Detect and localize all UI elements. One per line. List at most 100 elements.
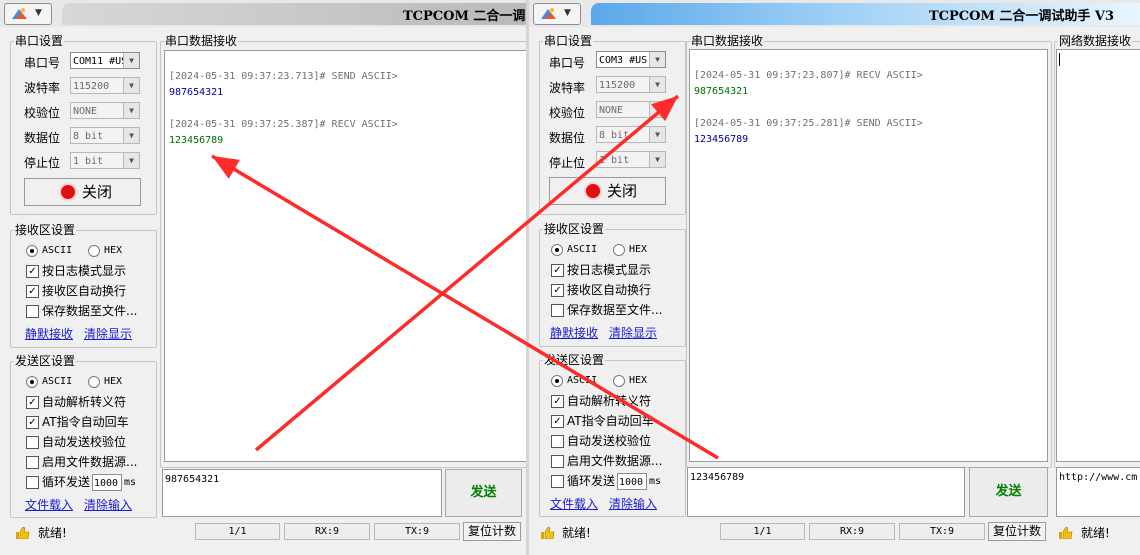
group-title: 接收区设置 — [543, 221, 606, 237]
page-counter: 1/1 — [720, 523, 805, 540]
chevron-down-icon: ▼ — [649, 52, 665, 67]
databits-select[interactable]: 8 bit ▼ — [596, 126, 666, 143]
parity-value: NONE — [73, 106, 98, 117]
thumbs-up-icon — [16, 527, 30, 539]
file-load-link[interactable]: 文件载入 — [25, 497, 73, 513]
silent-recv-link[interactable]: 静默接收 — [25, 326, 73, 342]
log-timestamp: [2024-05-31 09:37:25.387]# RECV ASCII> — [169, 119, 398, 130]
rx-counter: RX:9 — [284, 523, 370, 540]
parity-select[interactable]: NONE ▼ — [70, 102, 140, 119]
recv-ascii-radio[interactable] — [551, 244, 563, 256]
clear-display-link[interactable]: 清除显示 — [609, 325, 657, 341]
baud-label: 波特率 — [24, 81, 61, 95]
status-bar: 就绪! 1/1 RX:9 TX:9 复位计数 — [0, 519, 526, 545]
baud-select[interactable]: 115200 ▼ — [596, 76, 666, 93]
send-input[interactable]: 987654321 — [162, 469, 442, 517]
reset-count-button[interactable]: 复位计数 — [988, 522, 1046, 541]
loop-interval-input[interactable]: 1000 — [92, 474, 122, 491]
port-open-led-icon — [61, 185, 75, 199]
right-tcpcom-window: ▼ TCPCOM 二合一调试助手 V3 串口设置 串口号 COM3 #US ▼ 波… — [529, 0, 1140, 555]
group-title: 串口设置 — [14, 33, 65, 49]
auto-escape-checkbox[interactable]: ✓ — [551, 395, 564, 408]
title-bar: ▼ TCPCOM 二合一调试助手 V3 — [529, 0, 1140, 27]
auto-wrap-checkbox[interactable]: ✓ — [551, 284, 564, 297]
at-cr-checkbox[interactable]: ✓ — [26, 416, 39, 429]
port-value: COM3 #US — [599, 55, 648, 66]
stopbits-select[interactable]: 1 bit ▼ — [70, 152, 140, 169]
recv-ascii-radio[interactable] — [26, 245, 38, 257]
clear-display-link[interactable]: 清除显示 — [84, 326, 132, 342]
file-source-checkbox[interactable] — [551, 455, 564, 468]
app-menu-button[interactable]: ▼ — [4, 3, 52, 25]
chevron-down-icon: ▼ — [123, 153, 139, 168]
databits-select[interactable]: 8 bit ▼ — [70, 127, 140, 144]
status-text: 就绪! — [38, 526, 67, 540]
file-source-label: 启用文件数据源... — [567, 454, 663, 468]
baud-value: 115200 — [73, 81, 110, 92]
send-button[interactable]: 发送 — [969, 467, 1048, 517]
auto-escape-checkbox[interactable]: ✓ — [26, 396, 39, 409]
send-ascii-radio[interactable] — [551, 375, 563, 387]
net-recv-textarea[interactable] — [1056, 49, 1140, 462]
reset-count-button[interactable]: 复位计数 — [463, 522, 521, 541]
log-timestamp: [2024-05-31 09:37:23.807]# RECV ASCII> — [694, 70, 923, 81]
send-hex-radio[interactable] — [613, 375, 625, 387]
thumbs-up-icon — [1059, 527, 1073, 539]
log-mode-checkbox[interactable]: ✓ — [26, 265, 39, 278]
clear-input-link[interactable]: 清除输入 — [609, 496, 657, 512]
file-load-link[interactable]: 文件载入 — [550, 496, 598, 512]
recv-hex-radio[interactable] — [613, 244, 625, 256]
rx-counter: RX:9 — [809, 523, 895, 540]
databits-label: 数据位 — [549, 131, 586, 145]
auto-escape-label: 自动解析转义符 — [42, 395, 127, 409]
loop-send-checkbox[interactable] — [26, 476, 39, 489]
group-title: 网络数据接收 — [1058, 33, 1133, 49]
loop-interval-input[interactable]: 1000 — [617, 473, 647, 490]
send-hex-label: HEX — [104, 376, 123, 387]
auto-wrap-label: 接收区自动换行 — [567, 283, 652, 297]
silent-recv-link[interactable]: 静默接收 — [550, 325, 598, 341]
save-file-label: 保存数据至文件... — [42, 304, 138, 318]
chevron-down-icon: ▼ — [649, 127, 665, 142]
stopbits-value: 1 bit — [73, 156, 104, 167]
auto-checksum-checkbox[interactable] — [551, 435, 564, 448]
net-url-input[interactable]: http://www.cm — [1056, 467, 1140, 517]
recv-textarea[interactable]: [2024-05-31 09:37:23.713]# SEND ASCII> 9… — [164, 50, 526, 462]
auto-checksum-label: 自动发送校验位 — [567, 434, 652, 448]
loop-send-checkbox[interactable] — [551, 475, 564, 488]
send-ascii-radio[interactable] — [26, 376, 38, 388]
baud-select[interactable]: 115200 ▼ — [70, 77, 140, 94]
ms-label: ms — [124, 477, 137, 488]
close-port-button[interactable]: 关闭 — [549, 177, 666, 205]
app-menu-button[interactable]: ▼ — [533, 3, 581, 25]
group-title: 接收区设置 — [14, 222, 77, 238]
clear-input-link[interactable]: 清除输入 — [84, 497, 132, 513]
log-mode-checkbox[interactable]: ✓ — [551, 264, 564, 277]
auto-checksum-checkbox[interactable] — [26, 436, 39, 449]
port-select[interactable]: COM3 #US ▼ — [596, 51, 666, 68]
send-ascii-label: ASCII — [42, 376, 73, 387]
recv-ascii-label: ASCII — [567, 244, 598, 255]
save-file-checkbox[interactable] — [26, 305, 39, 318]
recv-textarea[interactable]: [2024-05-31 09:37:23.807]# RECV ASCII> 9… — [689, 49, 1048, 462]
save-file-checkbox[interactable] — [551, 304, 564, 317]
recv-hex-radio[interactable] — [88, 245, 100, 257]
at-cr-checkbox[interactable]: ✓ — [551, 415, 564, 428]
send-input[interactable]: 123456789 — [687, 467, 965, 517]
ms-label: ms — [649, 476, 662, 487]
file-source-checkbox[interactable] — [26, 456, 39, 469]
loop-send-label: 循环发送 — [567, 474, 616, 488]
close-port-button[interactable]: 关闭 — [24, 178, 141, 206]
send-hex-radio[interactable] — [88, 376, 100, 388]
chevron-down-icon: ▼ — [123, 53, 139, 68]
stopbits-select[interactable]: 1 bit ▼ — [596, 151, 666, 168]
port-select[interactable]: COM11 #US ▼ — [70, 52, 140, 69]
parity-select[interactable]: NONE ▼ — [596, 101, 666, 118]
auto-wrap-checkbox[interactable]: ✓ — [26, 285, 39, 298]
port-label: 串口号 — [549, 56, 586, 70]
text-caret — [1059, 53, 1060, 66]
send-button[interactable]: 发送 — [445, 469, 522, 517]
left-tcpcom-window: ▼ TCPCOM 二合一调 串口设置 串口号 COM11 #US ▼ 波特率 11… — [0, 0, 526, 555]
group-title: 串口数据接收 — [690, 33, 765, 49]
recv-ascii-label: ASCII — [42, 245, 73, 256]
